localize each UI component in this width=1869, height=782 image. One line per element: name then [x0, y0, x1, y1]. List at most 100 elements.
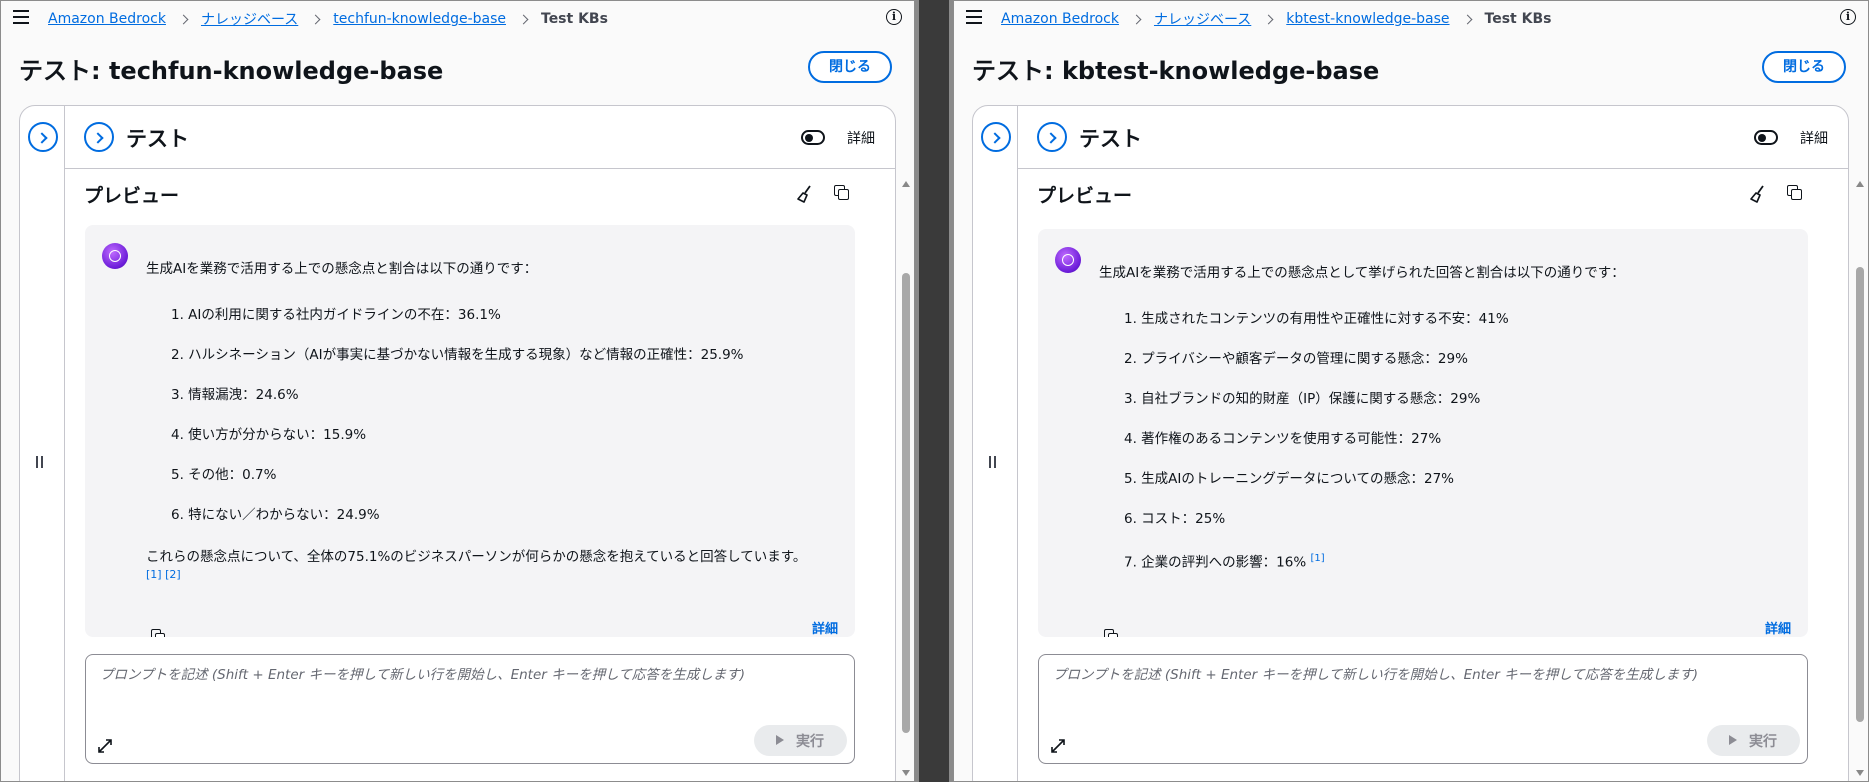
test-title: テスト	[1079, 127, 1142, 151]
test-title: テスト	[126, 127, 189, 151]
chevron-right-icon	[1263, 14, 1274, 24]
chevron-right-icon	[1045, 132, 1057, 144]
detail-toggle[interactable]	[801, 130, 825, 145]
citation-link[interactable]: [1]	[1310, 553, 1324, 564]
close-button[interactable]: 閉じる	[808, 51, 892, 83]
chevron-right-icon	[310, 14, 321, 24]
chevron-right-icon	[92, 132, 104, 144]
run-button-label: 実行	[1749, 734, 1777, 750]
list-item: 1. 生成されたコンテンツの有用性や正確性に対する不安：41%	[1124, 311, 1509, 327]
breadcrumb-bar: Amazon Bedrock ナレッジベース techfun-knowledge…	[1, 1, 914, 37]
chevron-right-icon	[518, 14, 529, 24]
broom-icon[interactable]	[797, 185, 813, 203]
breadcrumb-current: Test KBs	[1484, 11, 1552, 27]
list-item: 5. 生成AIのトレーニングデータについての懸念：27%	[1124, 471, 1454, 487]
scroll-down-arrow[interactable]	[902, 770, 910, 776]
answer-card: 生成AIを業務で活用する上での懸念点として挙げられた回答と割合は以下の通りです：…	[1038, 229, 1808, 637]
detail-toggle[interactable]	[1754, 130, 1778, 145]
list-item: 3. 自社ブランドの知的財産（IP）保護に関する懸念：29%	[1124, 391, 1481, 407]
answer-list: 1. AIの利用に関する社内ガイドラインの不在：36.1% 2. ハルシネーショ…	[171, 305, 744, 545]
collapse-test-button[interactable]	[1037, 122, 1067, 152]
chevron-right-icon	[1462, 14, 1472, 24]
detail-toggle-label: 詳細	[1800, 131, 1828, 147]
avatar-icon	[102, 243, 128, 269]
answer-detail-link[interactable]: 詳細	[812, 618, 838, 637]
copy-icon[interactable]	[1787, 185, 1803, 201]
scroll-thumb[interactable]	[902, 273, 910, 733]
menu-icon[interactable]	[13, 10, 29, 24]
left-browser-window: Amazon Bedrock ナレッジベース techfun-knowledge…	[0, 0, 915, 782]
side-column	[20, 106, 65, 781]
answer-outro: これらの懸念点について、全体の75.1%のビジネスパーソンが何らかの懸念を抱えて…	[146, 549, 807, 565]
prompt-placeholder: プロンプトを記述 (Shift + Enter キーを押して新しい行を開始し、E…	[100, 667, 745, 683]
scroll-up-arrow[interactable]	[1856, 181, 1864, 187]
answer-intro: 生成AIを業務で活用する上での懸念点と割合は以下の通りです：	[146, 261, 538, 277]
list-item: 6. コスト：25%	[1124, 511, 1226, 527]
list-item: 2. ハルシネーション（AIが事実に基づかない情報を生成する現象）など情報の正確…	[171, 347, 744, 363]
list-item: 4. 著作権のあるコンテンツを使用する可能性：27%	[1124, 431, 1442, 447]
test-header: テスト 詳細	[1018, 106, 1848, 169]
copy-icon[interactable]	[834, 185, 850, 201]
chevron-right-icon	[989, 132, 1001, 144]
citation-links[interactable]: [1] [2]	[146, 568, 181, 581]
list-item: 5. その他：0.7%	[171, 467, 277, 483]
list-item-text: 7. 企業の評判への影響：16%	[1124, 554, 1307, 571]
chevron-right-icon	[36, 132, 48, 144]
breadcrumb: Amazon Bedrock ナレッジベース techfun-knowledge…	[48, 9, 608, 29]
breadcrumb-kb-name[interactable]: techfun-knowledge-base	[333, 11, 506, 27]
run-button-label: 実行	[796, 734, 824, 750]
side-column	[973, 106, 1018, 781]
chevron-right-icon	[178, 14, 189, 24]
collapse-test-button[interactable]	[84, 122, 114, 152]
close-button[interactable]: 閉じる	[1762, 51, 1846, 83]
preview-title: プレビュー	[84, 185, 180, 207]
broom-icon[interactable]	[1750, 185, 1766, 203]
run-button[interactable]: 実行	[1707, 725, 1800, 756]
right-browser-window: Amazon Bedrock ナレッジベース kbtest-knowledge-…	[953, 0, 1869, 782]
expand-side-button[interactable]	[28, 122, 58, 152]
preview-scrollbar[interactable]	[1854, 179, 1866, 779]
list-item: 1. AIの利用に関する社内ガイドラインの不在：36.1%	[171, 307, 501, 323]
resize-handle-icon[interactable]	[36, 453, 46, 468]
answer-intro: 生成AIを業務で活用する上での懸念点として挙げられた回答と割合は以下の通りです：	[1099, 265, 1625, 281]
breadcrumb-kb-name[interactable]: kbtest-knowledge-base	[1286, 11, 1449, 27]
info-icon[interactable]: i	[886, 9, 902, 25]
answer-card: 生成AIを業務で活用する上での懸念点と割合は以下の通りです： 1. AIの利用に…	[85, 225, 855, 637]
list-item: 2. プライバシーや顧客データの管理に関する懸念：29%	[1124, 351, 1468, 367]
run-button[interactable]: 実行	[754, 725, 847, 756]
menu-icon[interactable]	[966, 10, 982, 24]
scroll-up-arrow[interactable]	[902, 181, 910, 187]
breadcrumb-knowledge-base[interactable]: ナレッジベース	[1154, 9, 1251, 29]
answer-detail-link[interactable]: 詳細	[1765, 618, 1791, 637]
copy-icon[interactable]	[151, 629, 165, 637]
scroll-down-arrow[interactable]	[1856, 770, 1864, 776]
breadcrumb-bedrock[interactable]: Amazon Bedrock	[48, 11, 166, 27]
breadcrumb-bedrock[interactable]: Amazon Bedrock	[1001, 11, 1119, 27]
prompt-input[interactable]: プロンプトを記述 (Shift + Enter キーを押して新しい行を開始し、E…	[1038, 654, 1808, 764]
prompt-input[interactable]: プロンプトを記述 (Shift + Enter キーを押して新しい行を開始し、E…	[85, 654, 855, 764]
resize-handle-icon[interactable]	[989, 453, 999, 468]
list-item: 3. 情報漏洩：24.6%	[171, 387, 299, 403]
info-icon[interactable]: i	[1840, 9, 1856, 25]
breadcrumb-knowledge-base[interactable]: ナレッジベース	[201, 9, 298, 29]
breadcrumb: Amazon Bedrock ナレッジベース kbtest-knowledge-…	[1001, 9, 1551, 29]
answer-list: 1. 生成されたコンテンツの有用性や正確性に対する不安：41% 2. プライバシ…	[1124, 309, 1509, 589]
detail-toggle-label: 詳細	[847, 131, 875, 147]
expand-icon[interactable]	[98, 739, 112, 753]
play-icon	[776, 735, 784, 745]
list-item: 6. 特にない／わからない：24.9%	[171, 507, 380, 523]
list-item: 4. 使い方が分からない：15.9%	[171, 427, 367, 443]
preview-title: プレビュー	[1037, 185, 1133, 207]
copy-icon[interactable]	[1104, 629, 1118, 637]
avatar-icon	[1055, 247, 1081, 273]
play-icon	[1729, 735, 1737, 745]
list-item: 7. 企業の評判への影響：16% [1]	[1124, 549, 1509, 589]
window-divider	[915, 0, 953, 782]
expand-icon[interactable]	[1051, 739, 1065, 753]
preview-scrollbar[interactable]	[900, 179, 912, 779]
page-title: テスト: techfun-knowledge-base	[19, 57, 444, 85]
expand-side-button[interactable]	[981, 122, 1011, 152]
test-header: テスト 詳細	[65, 106, 895, 169]
scroll-thumb[interactable]	[1856, 267, 1864, 722]
prompt-placeholder: プロンプトを記述 (Shift + Enter キーを押して新しい行を開始し、E…	[1053, 667, 1698, 683]
